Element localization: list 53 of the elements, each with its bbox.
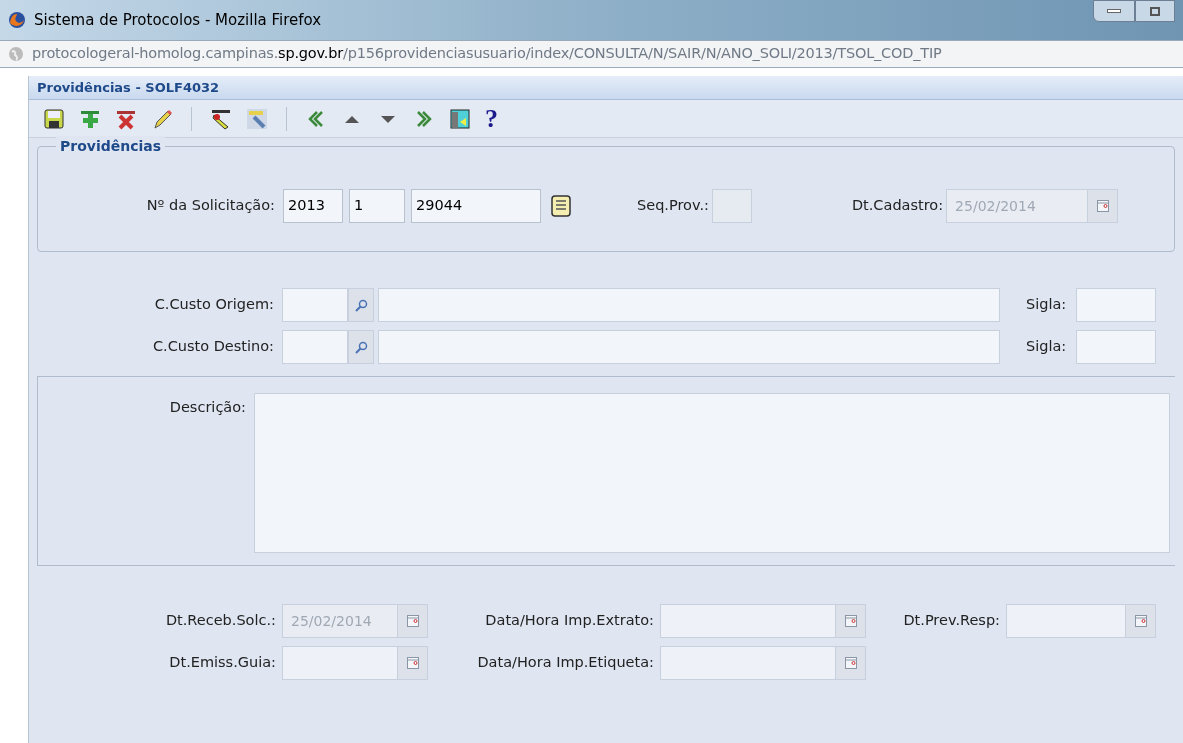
seq-field[interactable] <box>711 189 752 223</box>
minimize-button[interactable] <box>1093 0 1135 22</box>
search-icon <box>354 298 368 312</box>
field-label: Sigla: <box>1026 295 1067 315</box>
window-title: Sistema de Protocolos - Mozilla Firefox <box>34 9 322 31</box>
name-field[interactable] <box>378 288 1000 322</box>
lookup-button[interactable] <box>348 288 374 322</box>
field-label: Data/Hora Imp.Extrato: <box>484 611 655 631</box>
search-icon <box>354 340 368 354</box>
field-label: Dt.Cadastro: <box>851 196 944 216</box>
calendar-icon[interactable] <box>844 657 857 669</box>
date-field[interactable] <box>660 604 866 638</box>
help-button[interactable]: ? <box>485 105 498 132</box>
field-label: Sigla: <box>1026 337 1067 357</box>
calendar-icon[interactable] <box>1134 615 1147 627</box>
panel-title: Providências - SOLF4032 <box>37 78 220 97</box>
field-label: Dt.Prev.Resp: <box>902 611 1001 631</box>
description-field[interactable] <box>254 393 1170 553</box>
type-field[interactable]: 1 <box>349 189 405 223</box>
url-text: protocologeral-homolog.campinas.sp.gov.br/p156providenciasusuario/index/CONSULTA/N/SAIR/N/ANO_SOLI/2013/TSOL_COD_TIP <box>32 44 942 64</box>
field-label: C.Custo Origem: <box>153 295 275 315</box>
date-value: 25/02/2014 <box>955 196 1036 216</box>
browser-logo-icon <box>8 11 26 29</box>
date-field[interactable] <box>282 646 428 680</box>
save-icon[interactable] <box>43 107 65 130</box>
field-label: Seq.Prov.: <box>637 196 709 216</box>
calendar-icon[interactable] <box>406 657 419 669</box>
globe-icon <box>8 46 24 62</box>
lookup-button[interactable] <box>348 330 374 364</box>
sigla-field[interactable] <box>1076 330 1157 364</box>
number-field[interactable]: 29044 <box>411 189 541 223</box>
maximize-button[interactable] <box>1135 0 1175 22</box>
sigla-field[interactable] <box>1076 288 1157 322</box>
name-field[interactable] <box>378 330 1000 364</box>
field-label: Data/Hora Imp.Etiqueta: <box>476 653 655 673</box>
document-icon[interactable] <box>551 195 571 217</box>
address-bar[interactable]: protocologeral-homolog.campinas.sp.gov.br/p156providenciasusuario/index/CONSULTA/N/SAIR/N/ANO_SOLI/2013/TSOL_COD_TIP <box>0 40 1183 68</box>
field-label: Nº da Solicitação: <box>145 196 276 216</box>
code-field[interactable] <box>282 330 348 364</box>
date-field[interactable] <box>1006 604 1156 638</box>
door-icon[interactable] <box>449 107 471 130</box>
pencil-icon[interactable] <box>151 107 173 130</box>
calendar-icon[interactable] <box>844 615 857 627</box>
field-label: Descrição: <box>168 398 247 417</box>
field-label: Dt.Emiss.Guia: <box>168 653 277 673</box>
field-label: Dt.Receb.Solc.: <box>164 611 277 631</box>
search-icon[interactable] <box>246 107 268 130</box>
field-label: C.Custo Destino: <box>151 337 275 357</box>
code-field[interactable] <box>282 288 348 322</box>
year-field[interactable]: 2013 <box>283 189 343 223</box>
date-value: 25/02/2014 <box>291 611 372 631</box>
date-field[interactable] <box>660 646 866 680</box>
marker-icon[interactable] <box>210 107 232 130</box>
